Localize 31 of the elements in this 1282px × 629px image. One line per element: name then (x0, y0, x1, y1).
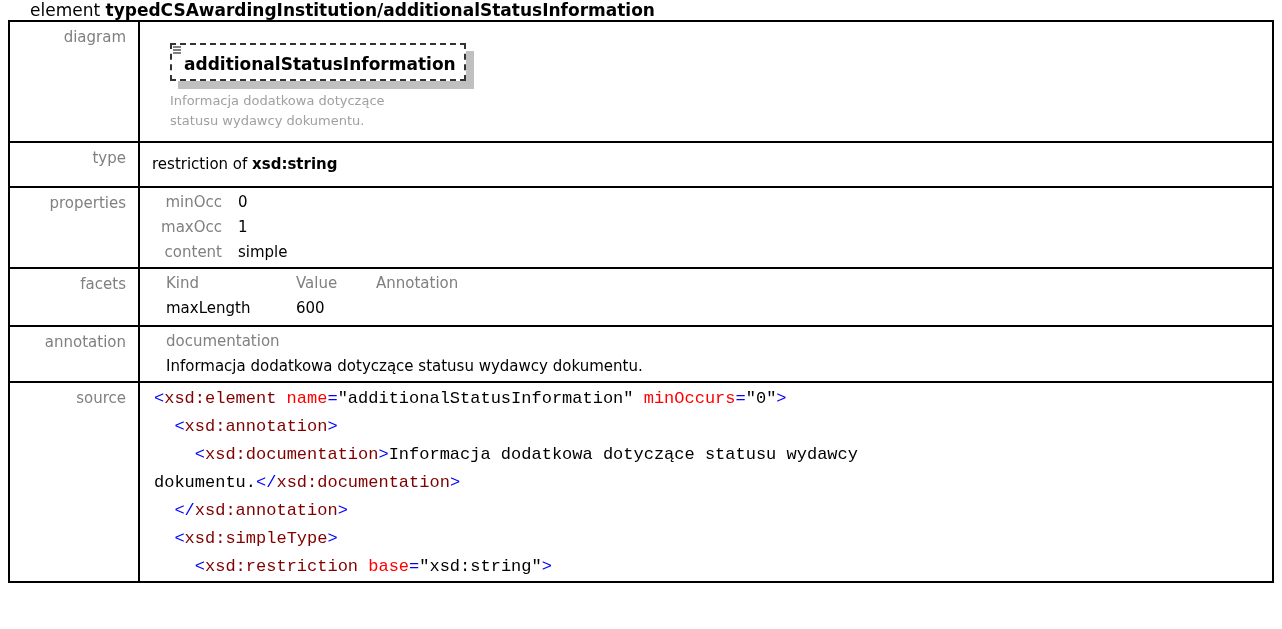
property-value: 0 (238, 191, 249, 213)
property-value: simple (238, 241, 288, 263)
row-label: facets (80, 274, 126, 293)
column-header: Kind (166, 272, 201, 294)
facet-value: 600 (296, 297, 326, 319)
code-line: <xsd:restriction base="xsd:string"> (193, 555, 552, 578)
property-name: minOcc (164, 191, 223, 213)
documentation-label: documentation (166, 330, 280, 352)
row-label: type (92, 149, 126, 167)
facet-kind: maxLength (166, 297, 252, 319)
row-label: properties (49, 193, 126, 212)
property-name: content (163, 241, 223, 263)
row-label: source (76, 388, 126, 407)
list-icon (172, 45, 182, 55)
row-label: annotation (44, 332, 126, 351)
property-name: maxOcc (160, 216, 223, 238)
element-name: additionalStatusInformation (184, 53, 456, 75)
property-value: 1 (238, 216, 249, 238)
code-line: </xsd:annotation> (173, 499, 348, 522)
column-header: Annotation (376, 272, 459, 294)
row-label: diagram (63, 28, 126, 46)
element-description: Informacja dodatkowa dotyczące statusu wydawcy dokumentu. (170, 92, 386, 130)
column-header: Value (296, 272, 339, 294)
documentation-text: Informacja dodatkowa dotyczące statusu wydawcy dokumentu. (166, 355, 643, 377)
code-line: <xsd:documentation>Informacja dodatkowa dotyczące statusu wydawcy (193, 443, 858, 466)
page-heading: element typedCSAwardingInstitution/additionalStatusInformation (30, 0, 655, 20)
code-line: dokumentu.</xsd:documentation> (154, 471, 461, 494)
code-line: <xsd:simpleType> (173, 527, 338, 550)
code-line: <xsd:annotation> (173, 415, 338, 438)
type-text: restriction of xsd:string (152, 155, 338, 173)
code-line: <xsd:element name="additionalStatusInformation" minOccurs="0"> (154, 387, 787, 410)
